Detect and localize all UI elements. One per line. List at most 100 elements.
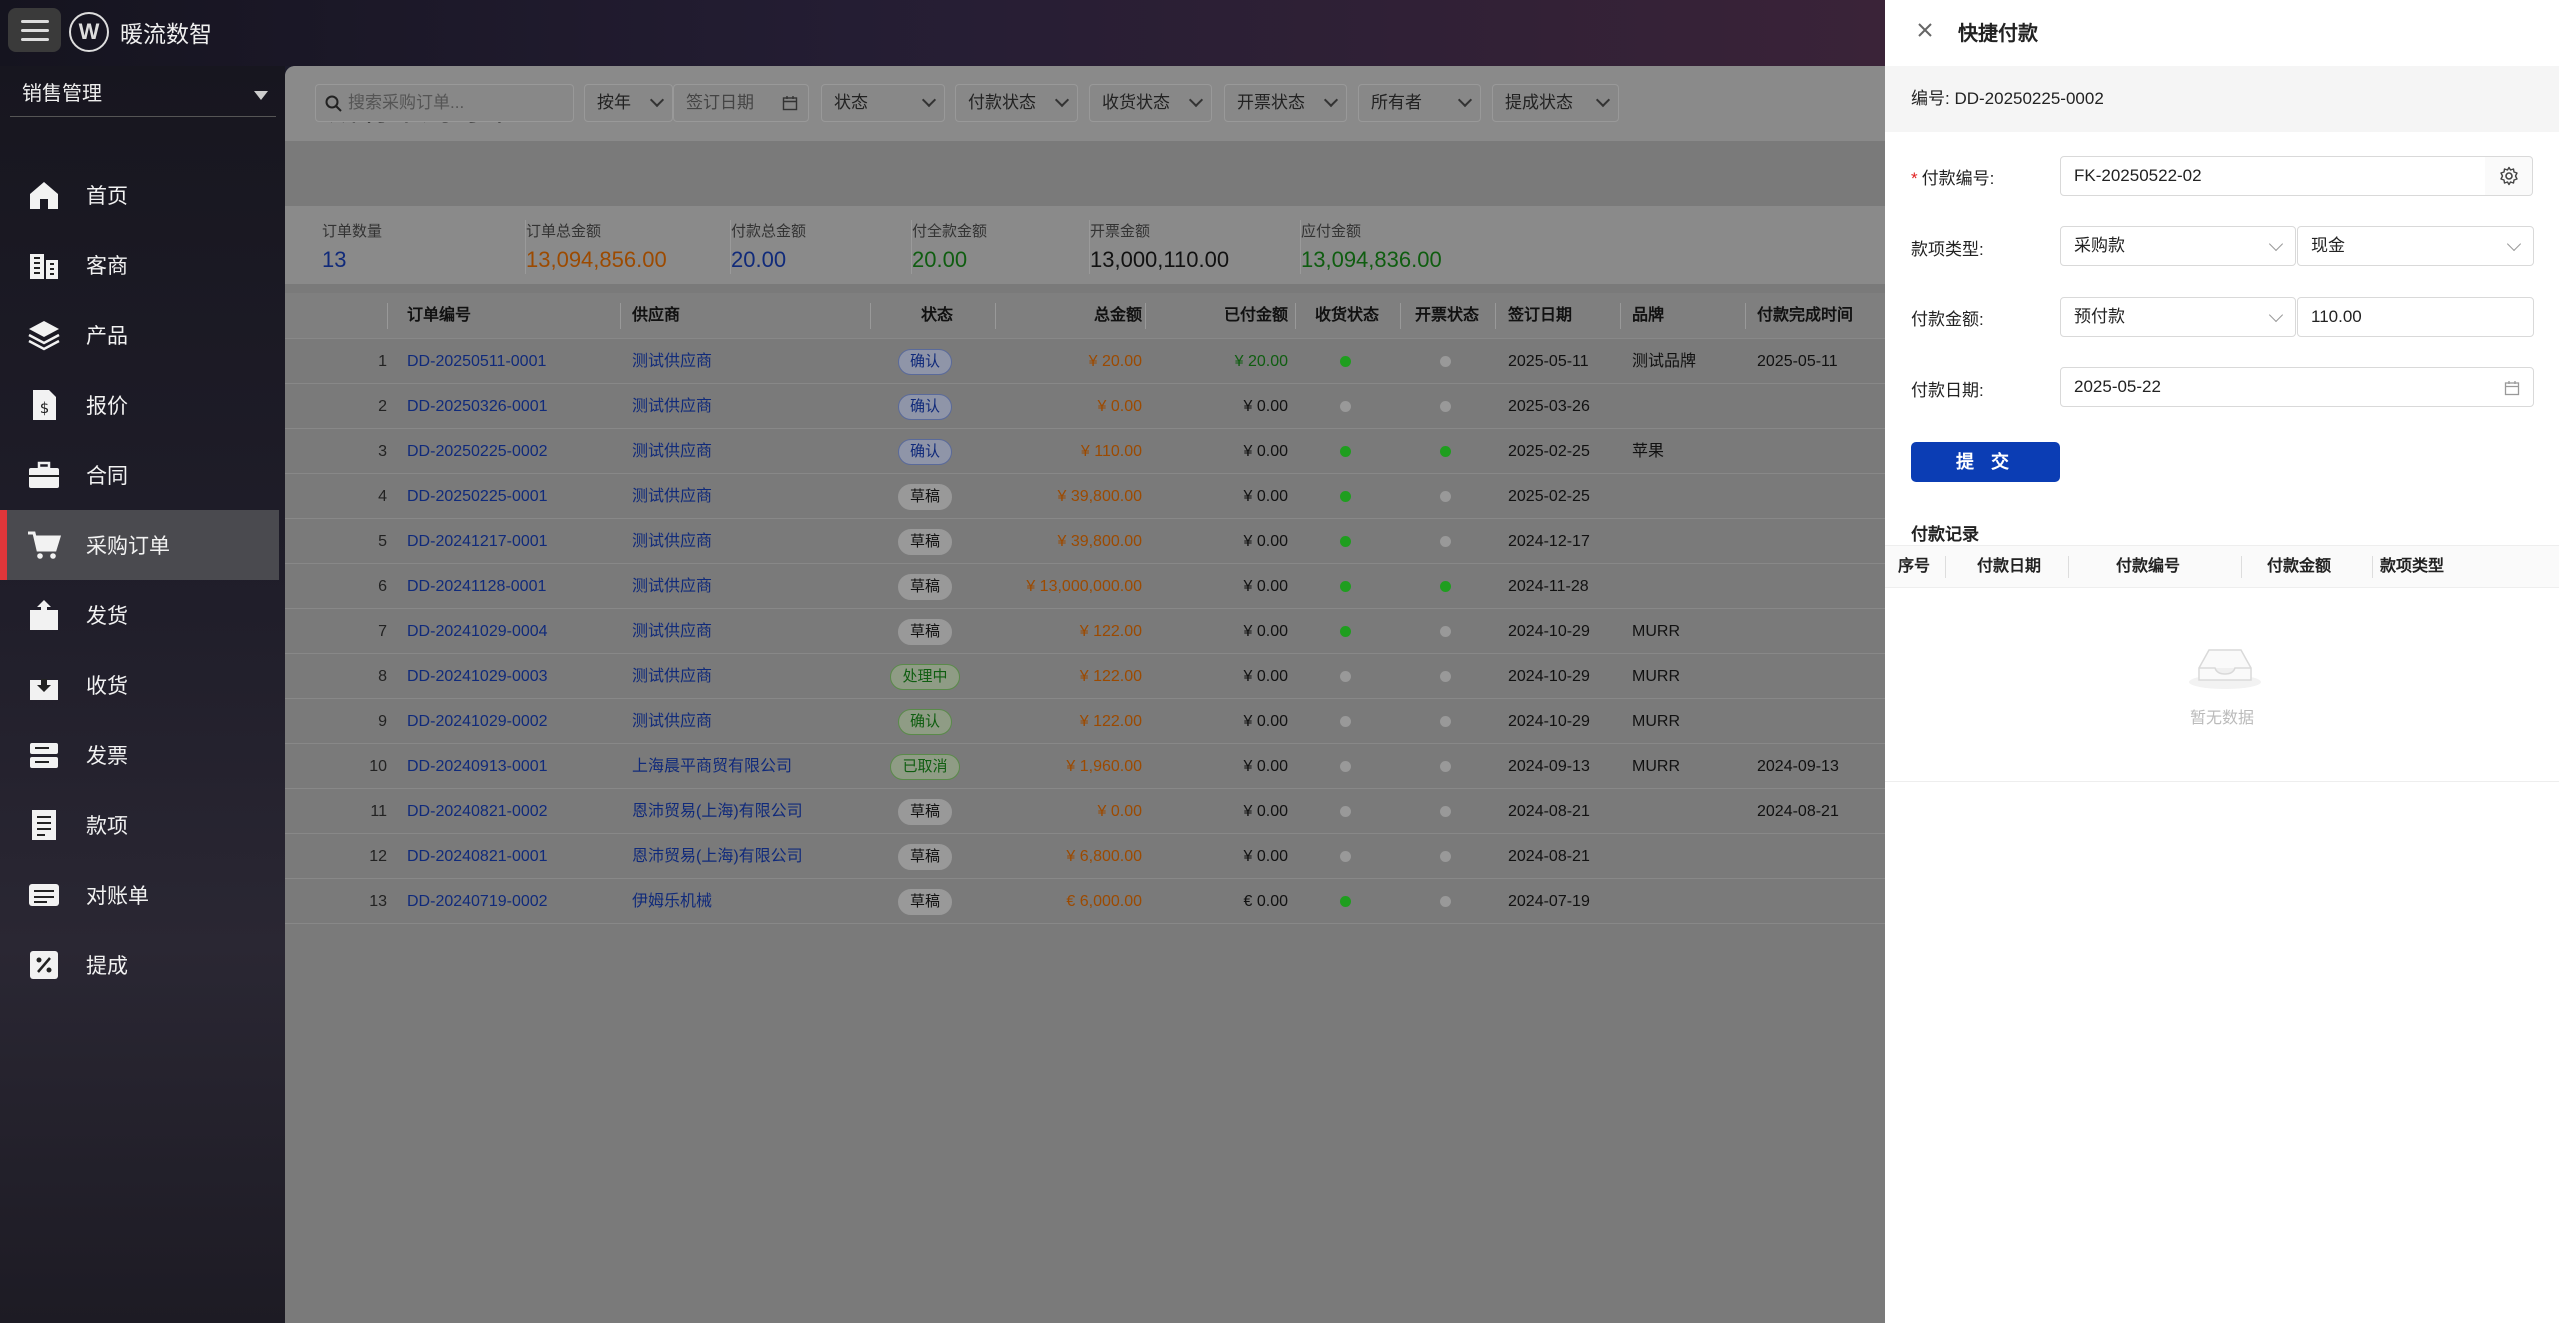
order-code-link[interactable]: DD-20241029-0004 <box>407 609 548 654</box>
supplier-link[interactable]: 测试供应商 <box>632 699 712 744</box>
payment-category-select[interactable]: 采购款 <box>2060 226 2296 266</box>
module-selector[interactable]: 销售管理 <box>10 71 276 117</box>
records-column-header: 付款金额 <box>2267 558 2332 575</box>
order-code-link[interactable]: DD-20240821-0002 <box>407 789 548 834</box>
chevron-down-icon <box>1457 92 1473 108</box>
order-code-link[interactable]: DD-20250225-0002 <box>407 429 548 474</box>
row-number: 9 <box>378 713 387 730</box>
owner-filter[interactable]: 所有者 <box>1358 84 1481 122</box>
table-row[interactable]: 5 DD-20241217-0001 测试供应商 草稿 ¥ 39,800.00 ¥ 0.0… <box>285 519 1885 564</box>
invoice-status-filter[interactable]: 开票状态 <box>1224 84 1347 122</box>
supplier-link[interactable]: 恩沛贸易(上海)有限公司 <box>632 834 803 879</box>
order-code: 编号: DD-20250225-0002 <box>1885 66 2559 132</box>
supplier-link[interactable]: 上海晨平商贸有限公司 <box>632 744 792 789</box>
order-code-link[interactable]: DD-20240719-0002 <box>407 879 548 924</box>
supplier-link[interactable]: 伊姆乐机械 <box>632 879 712 924</box>
order-code-link[interactable]: DD-20241029-0002 <box>407 699 548 744</box>
sidebar-item-invoice[interactable]: 发票 <box>0 720 285 790</box>
status-badge-cell: 已取消 <box>872 744 978 789</box>
stat-card: 付款总金额 20.00 <box>731 220 912 274</box>
sidebar-item-percent[interactable]: 提成 <box>0 930 285 1000</box>
status-dot-icon <box>1340 761 1351 773</box>
column-header[interactable]: 供应商 <box>632 293 680 338</box>
sidebar-item-ship-box[interactable]: 发货 <box>0 580 285 650</box>
search-input[interactable]: 搜索采购订单... <box>315 84 574 122</box>
table-row[interactable]: 3 DD-20250225-0002 测试供应商 确认 ¥ 110.00 ¥ 0.00 20… <box>285 429 1885 474</box>
order-code-link[interactable]: DD-20240821-0001 <box>407 834 548 879</box>
order-code-link[interactable]: DD-20241029-0003 <box>407 654 548 699</box>
stat-value: 13,094,856.00 <box>526 247 667 272</box>
settings-button[interactable] <box>2485 156 2533 196</box>
supplier-link[interactable]: 测试供应商 <box>632 654 712 699</box>
status-badge-cell: 草稿 <box>872 834 978 879</box>
column-header[interactable]: 总金额 <box>1094 293 1142 338</box>
table-row[interactable]: 9 DD-20241029-0002 测试供应商 确认 ¥ 122.00 ¥ 0.00 20… <box>285 699 1885 744</box>
supplier-link[interactable]: 恩沛贸易(上海)有限公司 <box>632 789 803 834</box>
order-code-link[interactable]: DD-20250225-0001 <box>407 474 548 519</box>
amount-type-select[interactable]: 预付款 <box>2060 297 2296 337</box>
status-filter-label: 状态 <box>834 93 868 112</box>
supplier-link[interactable]: 测试供应商 <box>632 519 712 564</box>
table-row[interactable]: 4 DD-20250225-0001 测试供应商 草稿 ¥ 39,800.00 ¥ 0.0… <box>285 474 1885 519</box>
submit-button[interactable]: 提 交 <box>1911 442 2060 482</box>
supplier-link[interactable]: 测试供应商 <box>632 429 712 474</box>
order-code-link[interactable]: DD-20241217-0001 <box>407 519 548 564</box>
order-code-link[interactable]: DD-20250326-0001 <box>407 384 548 429</box>
table-row[interactable]: 13 DD-20240719-0002 伊姆乐机械 草稿 € 6,000.00 € 0.0… <box>285 879 1885 924</box>
close-icon[interactable] <box>1913 18 1937 42</box>
table-row[interactable]: 2 DD-20250326-0001 测试供应商 确认 ¥ 0.00 ¥ 0.00 2025… <box>285 384 1885 429</box>
column-header[interactable]: 品牌 <box>1632 293 1664 338</box>
order-code-link[interactable]: DD-20250511-0001 <box>407 339 546 384</box>
table-row[interactable]: 12 DD-20240821-0001 恩沛贸易(上海)有限公司 草稿 ¥ 6,800.… <box>285 834 1885 879</box>
column-header[interactable]: 付款完成时间 <box>1757 293 1853 338</box>
status-dot-icon <box>1440 581 1451 593</box>
column-header[interactable]: 状态 <box>921 293 953 338</box>
sidebar-item-layers[interactable]: 产品 <box>0 300 285 370</box>
total-amount: ¥ 39,800.00 <box>1057 488 1142 505</box>
supplier-link[interactable]: 测试供应商 <box>632 609 712 654</box>
date-picker[interactable]: 签订日期 <box>673 84 809 122</box>
column-header[interactable]: 开票状态 <box>1415 293 1479 338</box>
column-header[interactable]: 已付金额 <box>1224 293 1288 338</box>
table-row[interactable]: 10 DD-20240913-0001 上海晨平商贸有限公司 已取消 ¥ 1,960.0… <box>285 744 1885 789</box>
sidebar-item-home[interactable]: 首页 <box>0 160 285 230</box>
payment-amount-input[interactable]: 110.00 <box>2297 297 2534 337</box>
commission-status-filter[interactable]: 提成状态 <box>1492 84 1619 122</box>
table-row[interactable]: 7 DD-20241029-0004 测试供应商 草稿 ¥ 122.00 ¥ 0.00 20… <box>285 609 1885 654</box>
supplier-link[interactable]: 测试供应商 <box>632 339 712 384</box>
order-code-link[interactable]: DD-20241128-0001 <box>407 564 546 609</box>
sidebar-item-receive-box[interactable]: 收货 <box>0 650 285 720</box>
payment-date-picker[interactable]: 2025-05-22 <box>2060 367 2534 407</box>
table-row[interactable]: 1 DD-20250511-0001 测试供应商 确认 ¥ 20.00 ¥ 20.00 20… <box>285 339 1885 384</box>
sidebar-item-statement[interactable]: 对账单 <box>0 860 285 930</box>
order-code-link[interactable]: DD-20240913-0001 <box>407 744 548 789</box>
sidebar-item-quote-document[interactable]: $ 报价 <box>0 370 285 440</box>
pay-status-filter[interactable]: 付款状态 <box>955 84 1078 122</box>
payment-method-select[interactable]: 现金 <box>2297 226 2534 266</box>
sidebar-item-label: 收货 <box>86 675 128 698</box>
row-number: 8 <box>378 668 387 685</box>
supplier-link[interactable]: 测试供应商 <box>632 384 712 429</box>
receive-status-filter[interactable]: 收货状态 <box>1089 84 1212 122</box>
table-row[interactable]: 6 DD-20241128-0001 测试供应商 草稿 ¥ 13,000,000.00 ¥… <box>285 564 1885 609</box>
sidebar-item-ledger[interactable]: 款项 <box>0 790 285 860</box>
supplier-link[interactable]: 测试供应商 <box>632 564 712 609</box>
column-header[interactable]: 收货状态 <box>1315 293 1379 338</box>
column-header[interactable]: 签订日期 <box>1508 293 1572 338</box>
table-row[interactable]: 8 DD-20241029-0003 测试供应商 处理中 ¥ 122.00 ¥ 0.00 2… <box>285 654 1885 699</box>
total-amount: ¥ 122.00 <box>1079 713 1142 730</box>
receive-status-dot <box>1340 834 1351 879</box>
sidebar-item-briefcase[interactable]: 合同 <box>0 440 285 510</box>
sidebar-item-cart[interactable]: 采购订单 <box>0 510 279 580</box>
payment-number-input[interactable]: FK-20250522-02 <box>2060 156 2486 196</box>
sidebar: 销售管理 首页 客商 产品 $ 报价 合同 采购订单 发货收货发票 款项 对账单 提成 <box>0 66 285 1323</box>
receive-status-dot <box>1340 339 1351 384</box>
table-row[interactable]: 11 DD-20240821-0002 恩沛贸易(上海)有限公司 草稿 ¥ 0.00 ¥ … <box>285 789 1885 834</box>
sidebar-item-building[interactable]: 客商 <box>0 230 285 300</box>
supplier-link[interactable]: 测试供应商 <box>632 474 712 519</box>
column-header[interactable]: 订单编号 <box>407 293 471 338</box>
year-select[interactable]: 按年 <box>584 84 673 122</box>
hamburger-menu-button[interactable] <box>8 8 61 52</box>
sign-date: 2024-10-29 <box>1508 623 1590 640</box>
status-filter[interactable]: 状态 <box>821 84 945 122</box>
